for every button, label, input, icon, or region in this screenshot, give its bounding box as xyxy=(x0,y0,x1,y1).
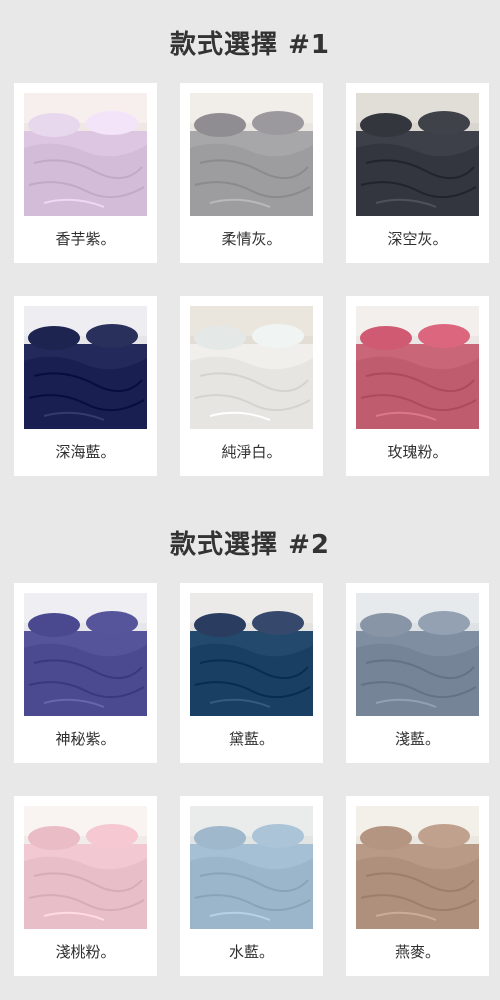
bedding-image xyxy=(190,593,313,716)
product-card[interactable]: 香芋紫。 xyxy=(14,83,157,263)
bedding-image xyxy=(356,806,479,929)
product-photo xyxy=(356,593,479,716)
product-label: 神秘紫。 xyxy=(55,730,116,748)
product-label: 柔情灰。 xyxy=(221,230,282,248)
product-photo xyxy=(24,593,147,716)
product-card[interactable]: 黛藍。 xyxy=(180,583,323,763)
product-label: 淺桃粉。 xyxy=(55,943,116,961)
bedding-image xyxy=(190,93,313,216)
product-photo xyxy=(24,93,147,216)
bedding-image xyxy=(356,306,479,429)
product-label: 深海藍。 xyxy=(55,443,116,461)
product-card[interactable]: 燕麥。 xyxy=(346,796,489,976)
product-label: 玫瑰粉。 xyxy=(387,443,448,461)
product-photo xyxy=(190,93,313,216)
bedding-image xyxy=(24,806,147,929)
bedding-image xyxy=(356,93,479,216)
bedding-image xyxy=(356,593,479,716)
product-photo xyxy=(356,306,479,429)
product-label: 水藍。 xyxy=(228,943,274,961)
bedding-image xyxy=(190,306,313,429)
bedding-image xyxy=(24,93,147,216)
product-photo xyxy=(356,93,479,216)
product-photo xyxy=(190,806,313,929)
bedding-image xyxy=(24,593,147,716)
product-photo xyxy=(190,306,313,429)
product-label: 淺藍。 xyxy=(394,730,440,748)
product-card[interactable]: 淺藍。 xyxy=(346,583,489,763)
product-label: 純淨白。 xyxy=(221,443,282,461)
section-title-2: 款式選擇 #2 xyxy=(170,530,330,560)
product-label: 香芋紫。 xyxy=(55,230,116,248)
product-label: 燕麥。 xyxy=(394,943,440,961)
product-card[interactable]: 深空灰。 xyxy=(346,83,489,263)
bedding-image xyxy=(24,306,147,429)
product-photo xyxy=(190,593,313,716)
product-label: 深空灰。 xyxy=(387,230,448,248)
product-card[interactable]: 淺桃粉。 xyxy=(14,796,157,976)
bedding-image xyxy=(190,806,313,929)
product-card[interactable]: 純淨白。 xyxy=(180,296,323,476)
product-photo xyxy=(24,306,147,429)
product-card[interactable]: 玫瑰粉。 xyxy=(346,296,489,476)
product-card[interactable]: 神秘紫。 xyxy=(14,583,157,763)
section-title-1: 款式選擇 #1 xyxy=(170,30,330,60)
product-photo xyxy=(24,806,147,929)
product-card[interactable]: 柔情灰。 xyxy=(180,83,323,263)
product-card[interactable]: 深海藍。 xyxy=(14,296,157,476)
product-card[interactable]: 水藍。 xyxy=(180,796,323,976)
product-label: 黛藍。 xyxy=(228,730,274,748)
product-photo xyxy=(356,806,479,929)
